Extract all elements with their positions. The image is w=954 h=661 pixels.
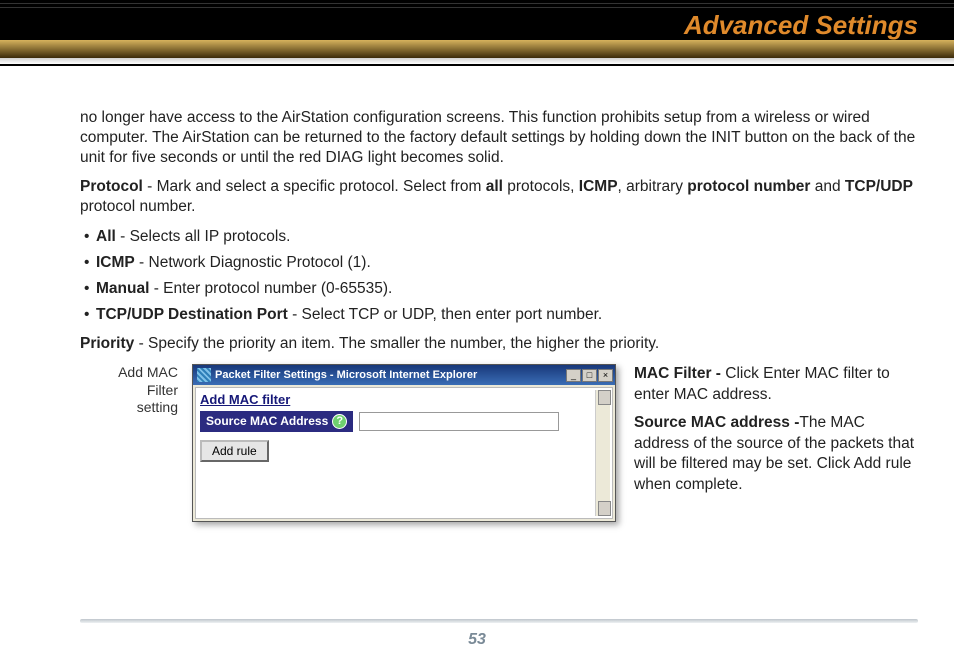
mac-address-input[interactable] [359,412,559,431]
field-label: Source MAC Address ? [200,411,353,432]
text: , arbitrary [618,178,688,195]
field-row: Source MAC Address ? [200,411,608,432]
help-icon[interactable]: ? [332,414,347,429]
figure-caption: Add MAC Filter setting [80,364,192,522]
maximize-button[interactable]: □ [582,369,597,382]
page-number: 53 [0,631,954,649]
scrollbar[interactable] [595,390,610,516]
text-bold: Source MAC address - [634,414,799,431]
bullet-dot: • [82,305,96,325]
text-bold: TCP/UDP [845,178,913,195]
bullet-rest: - Network Diagnostic Protocol (1). [135,254,371,271]
page-title: Advanced Settings [684,10,918,41]
bullet-rest: - Selects all IP protocols. [116,228,291,245]
bullet-bold: All [96,228,116,245]
protocol-paragraph: Protocol - Mark and select a specific pr… [80,177,918,217]
text: - Specify the priority an item. The smal… [134,335,659,352]
text-bold: protocol number [687,178,810,195]
source-mac-paragraph: Source MAC address -The MAC address of t… [634,413,918,495]
text: protocols, [503,178,579,195]
text: protocol number. [80,198,195,215]
protocol-bullets: • All - Selects all IP protocols. • ICMP… [82,227,918,324]
bullet-dot: • [82,227,96,247]
titlebar: Packet Filter Settings - Microsoft Inter… [193,365,615,385]
close-button[interactable]: × [598,369,613,382]
priority-label: Priority [80,335,134,352]
caption-line: Filter [80,382,178,400]
header-stripe [0,3,954,4]
mac-filter-paragraph: MAC Filter - Click Enter MAC filter to e… [634,364,918,405]
list-item: • Manual - Enter protocol number (0-6553… [82,279,918,299]
bullet-dot: • [82,279,96,299]
text-bold: ICMP [579,178,618,195]
protocol-label: Protocol [80,178,143,195]
bullet-bold: Manual [96,280,149,297]
list-item: • All - Selects all IP protocols. [82,227,918,247]
figure-row: Add MAC Filter setting Packet Filter Set… [80,364,918,522]
header-gradient [0,40,954,58]
bullet-bold: TCP/UDP Destination Port [96,306,288,323]
bullet-dot: • [82,253,96,273]
intro-paragraph: no longer have access to the AirStation … [80,108,918,167]
bullet-bold: ICMP [96,254,135,271]
caption-line: Add MAC [80,364,178,382]
bullet-rest: - Enter protocol number (0-65535). [149,280,392,297]
priority-paragraph: Priority - Specify the priority an item.… [80,334,918,354]
text: and [810,178,844,195]
text-bold: MAC Filter - [634,365,725,382]
screenshot-window: Packet Filter Settings - Microsoft Inter… [192,364,616,522]
content-area: no longer have access to the AirStation … [80,108,918,522]
ie-icon [197,368,211,382]
browser-window: Packet Filter Settings - Microsoft Inter… [192,364,616,522]
bullet-rest: - Select TCP or UDP, then enter port num… [288,306,602,323]
list-item: • TCP/UDP Destination Port - Select TCP … [82,305,918,325]
list-item: • ICMP - Network Diagnostic Protocol (1)… [82,253,918,273]
caption-line: setting [80,399,178,417]
section-heading: Add MAC filter [200,392,608,409]
text-bold: all [486,178,503,195]
header-stripe [0,7,954,8]
window-controls: _ □ × [566,369,613,382]
minimize-button[interactable]: _ [566,369,581,382]
field-label-text: Source MAC Address [206,414,328,429]
header-bottom-fade [0,58,954,64]
footer-divider [80,619,918,623]
window-title: Packet Filter Settings - Microsoft Inter… [215,368,566,382]
text: - Mark and select a specific protocol. S… [143,178,486,195]
right-column: MAC Filter - Click Enter MAC filter to e… [616,364,918,522]
window-body: Add MAC filter Source MAC Address ? Add … [195,387,613,519]
add-rule-button[interactable]: Add rule [200,440,269,462]
